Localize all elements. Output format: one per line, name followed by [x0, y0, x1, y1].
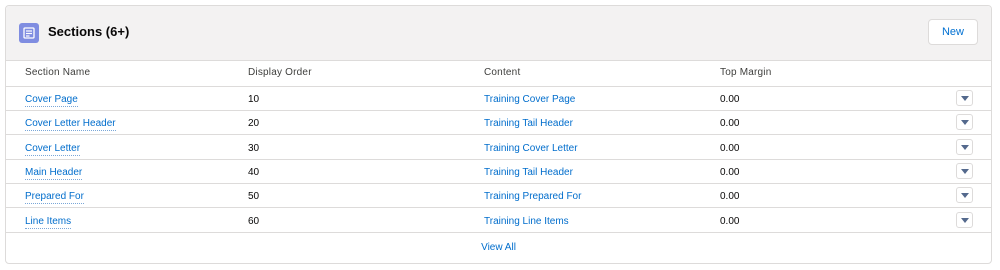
top-margin-cell: 0.00 — [720, 191, 740, 203]
top-margin-cell: 0.00 — [720, 142, 740, 154]
display-order-cell: 10 — [248, 94, 260, 105]
display-order-cell: 30 — [248, 142, 260, 154]
view-all-link[interactable]: View All — [6, 241, 991, 255]
new-button[interactable]: New — [928, 19, 978, 45]
column-header-section-name: Section Name — [25, 67, 91, 78]
chevron-down-icon — [961, 217, 969, 223]
column-header-display-order: Display Order — [248, 67, 312, 78]
row-actions-button[interactable] — [956, 114, 973, 131]
table-header: Section Name Display Order Content Top M… — [6, 61, 991, 87]
column-header-top-margin: Top Margin — [720, 67, 772, 78]
table-row: Cover Page 10 Training Cover Page 0.00 — [6, 87, 991, 111]
section-name-cell: Cover Page — [25, 93, 78, 107]
row-actions-button[interactable] — [956, 90, 973, 106]
top-margin-cell: 0.00 — [720, 118, 740, 130]
display-order-cell: 50 — [248, 191, 260, 203]
content-link[interactable]: Training Cover Page — [484, 94, 575, 105]
card-title[interactable]: Sections (6+) — [48, 23, 129, 41]
section-name-link[interactable]: Cover Letter — [25, 142, 81, 156]
chevron-down-icon — [961, 96, 969, 101]
top-margin-cell: 0.00 — [720, 215, 740, 227]
row-actions-button[interactable] — [956, 138, 973, 155]
content-link[interactable]: Training Prepared For — [484, 191, 581, 202]
row-actions-button[interactable] — [956, 162, 973, 179]
table-row: Prepared For 50 Training Prepared For 0.00 — [6, 184, 991, 209]
section-name-cell: Prepared For — [25, 190, 84, 205]
display-order-cell: 20 — [248, 118, 260, 130]
content-link[interactable]: Training Cover Letter — [484, 143, 578, 154]
table-row: Line Items 60 Training Line Items 0.00 — [6, 209, 991, 233]
column-header-content: Content — [484, 67, 521, 78]
related-list-card: Sections (6+) New Section Name Display O… — [5, 5, 992, 264]
section-name-cell: Cover Letter Header — [25, 117, 116, 132]
section-name-cell: Cover Letter — [25, 142, 81, 156]
table-row: Cover Letter Header 20 Training Tail Heade… — [6, 111, 991, 136]
display-order-cell: 40 — [248, 166, 260, 178]
section-name-link[interactable]: Main Header — [25, 166, 83, 180]
table-row: Main Header 40 Training Tail Header 0.00 — [6, 160, 991, 184]
section-name-link[interactable]: Cover Letter Header — [25, 118, 116, 132]
card-header: Sections (6+) New — [6, 6, 991, 61]
content-link[interactable]: Training Tail Header — [484, 118, 573, 129]
content-cell: Training Cover Letter — [484, 142, 578, 155]
chevron-down-icon — [961, 193, 969, 199]
section-list-icon — [19, 23, 39, 43]
row-actions-button[interactable] — [956, 211, 973, 228]
content-link[interactable]: Training Tail Header — [484, 167, 573, 178]
row-actions-button[interactable] — [956, 187, 973, 204]
section-name-link[interactable]: Cover Page — [25, 94, 78, 107]
section-name-cell: Line Items — [25, 215, 72, 229]
chevron-down-icon — [961, 144, 969, 150]
top-margin-cell: 0.00 — [720, 94, 740, 105]
content-cell: Training Tail Header — [484, 166, 573, 179]
chevron-down-icon — [961, 168, 969, 174]
section-name-link[interactable]: Line Items — [25, 215, 72, 229]
content-cell: Training Prepared For — [484, 190, 581, 203]
section-name-link[interactable]: Prepared For — [25, 191, 84, 205]
content-cell: Training Tail Header — [484, 117, 573, 130]
content-link[interactable]: Training Line Items — [484, 216, 569, 227]
top-margin-cell: 0.00 — [720, 166, 740, 178]
chevron-down-icon — [961, 120, 969, 126]
content-cell: Training Line Items — [484, 215, 569, 228]
display-order-cell: 60 — [248, 215, 260, 227]
table-row: Cover Letter 30 Training Cover Letter 0.00 — [6, 136, 991, 160]
content-cell: Training Cover Page — [484, 93, 575, 106]
section-name-cell: Main Header — [25, 166, 83, 180]
